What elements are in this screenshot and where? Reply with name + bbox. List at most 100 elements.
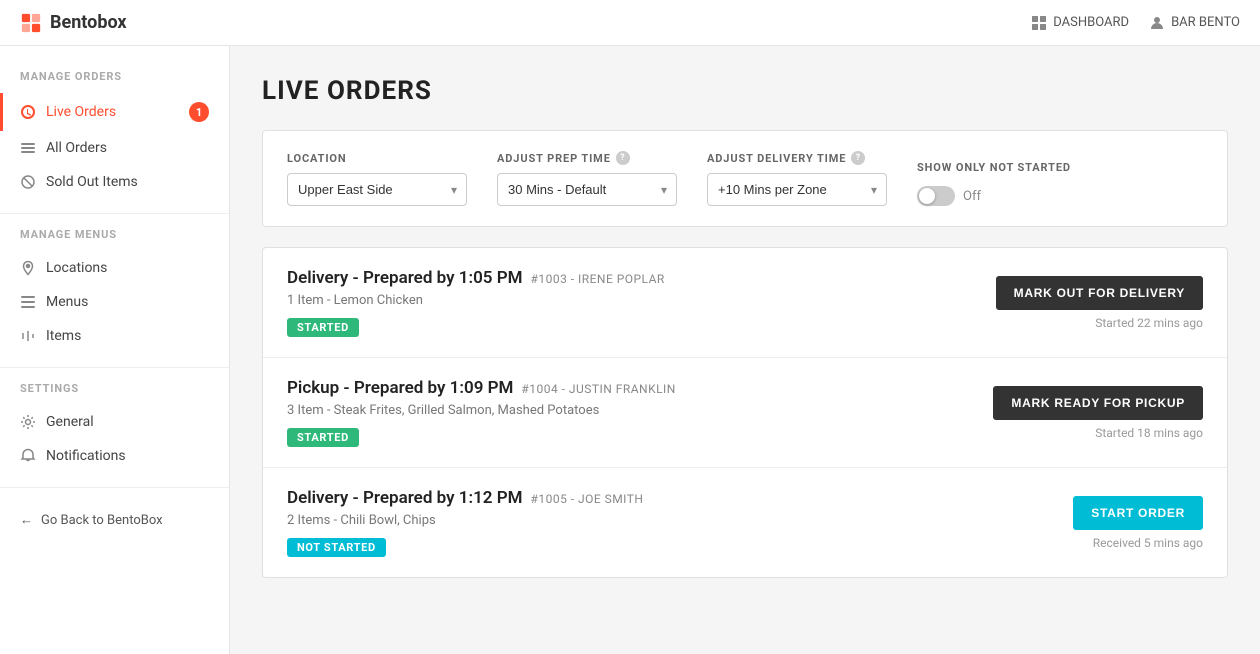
manage-orders-section: MANAGE ORDERS <box>0 70 229 93</box>
order-right-1: MARK READY FOR PICKUP Started 18 mins ag… <box>993 386 1203 440</box>
sidebar-item-sold-out[interactable]: Sold Out Items <box>0 165 229 199</box>
sidebar-item-menus[interactable]: Menus <box>0 285 229 319</box>
location-label: LOCATION <box>287 152 467 165</box>
all-orders-icon <box>20 140 36 156</box>
general-label: General <box>46 414 94 430</box>
location-select-wrapper: Upper East Side Downtown Midtown <box>287 173 467 206</box>
menus-label: Menus <box>46 294 88 310</box>
order-id-0: #1003 - IRENE POPLAR <box>531 272 665 286</box>
go-back-link[interactable]: ← Go Back to BentoBox <box>0 502 229 538</box>
sidebar-divider-2 <box>0 367 229 368</box>
delivery-time-select-wrapper: +10 Mins per Zone +5 Mins per Zone +15 M… <box>707 173 887 206</box>
user-label: BAR BENTO <box>1171 15 1240 30</box>
prep-time-label: ADJUST PREP TIME ? <box>497 151 677 165</box>
order-type-0: Delivery - Prepared by 1:05 PM <box>287 268 523 288</box>
location-filter: LOCATION Upper East Side Downtown Midtow… <box>287 152 467 206</box>
user-menu[interactable]: BAR BENTO <box>1149 15 1240 31</box>
menus-icon <box>20 294 36 310</box>
logo-icon <box>20 12 42 34</box>
order-right-2: START ORDER Received 5 mins ago <box>1073 496 1203 550</box>
sold-out-label: Sold Out Items <box>46 174 138 190</box>
order-type-1: Pickup - Prepared by 1:09 PM <box>287 378 513 398</box>
sidebar-item-live-orders[interactable]: Live Orders 1 <box>0 93 229 131</box>
page-title: LIVE ORDERS <box>262 76 1228 106</box>
order-items-2: 2 Items - Chili Bowl, Chips <box>287 513 1043 528</box>
sidebar-item-notifications[interactable]: Notifications <box>0 439 229 473</box>
prep-time-help-icon[interactable]: ? <box>616 151 630 165</box>
items-icon <box>20 328 36 344</box>
order-time-2: Received 5 mins ago <box>1093 536 1203 550</box>
sidebar-item-items[interactable]: Items <box>0 319 229 353</box>
sidebar-item-locations[interactable]: Locations <box>0 251 229 285</box>
live-orders-label: Live Orders <box>46 104 116 120</box>
location-icon <box>20 260 36 276</box>
status-badge-1: STARTED <box>287 428 359 447</box>
order-items-0: 1 Item - Lemon Chicken <box>287 293 966 308</box>
orders-card: Delivery - Prepared by 1:05 PM #1003 - I… <box>262 247 1228 578</box>
order-id-2: #1005 - JOE SMITH <box>531 492 644 506</box>
items-label: Items <box>46 328 81 344</box>
sidebar: MANAGE ORDERS Live Orders 1 All Orders S… <box>0 46 230 654</box>
topnav: Bentobox DASHBOARD BAR BENTO <box>0 0 1260 46</box>
order-row: Delivery - Prepared by 1:05 PM #1003 - I… <box>263 248 1227 358</box>
order-action-btn-2[interactable]: START ORDER <box>1073 496 1203 530</box>
order-left-1: Pickup - Prepared by 1:09 PM #1004 - JUS… <box>287 378 963 447</box>
filters-card: LOCATION Upper East Side Downtown Midtow… <box>262 130 1228 227</box>
main-content: LIVE ORDERS LOCATION Upper East Side Dow… <box>230 46 1260 654</box>
bell-icon <box>20 448 36 464</box>
order-title-0: Delivery - Prepared by 1:05 PM #1003 - I… <box>287 268 966 288</box>
delivery-time-select[interactable]: +10 Mins per Zone +5 Mins per Zone +15 M… <box>707 173 887 206</box>
dashboard-label: DASHBOARD <box>1053 15 1129 30</box>
order-row: Delivery - Prepared by 1:12 PM #1005 - J… <box>263 468 1227 577</box>
status-badge-2: NOT STARTED <box>287 538 386 557</box>
dashboard-link[interactable]: DASHBOARD <box>1031 15 1129 31</box>
sold-out-icon <box>20 174 36 190</box>
sidebar-divider-1 <box>0 213 229 214</box>
toggle-wrapper: Off <box>917 186 1071 206</box>
delivery-time-filter: ADJUST DELIVERY TIME ? +10 Mins per Zone… <box>707 151 887 206</box>
order-action-btn-1[interactable]: MARK READY FOR PICKUP <box>993 386 1203 420</box>
order-title-2: Delivery - Prepared by 1:12 PM #1005 - J… <box>287 488 1043 508</box>
logo-text: Bentobox <box>50 12 127 33</box>
locations-label: Locations <box>46 260 107 276</box>
order-title-1: Pickup - Prepared by 1:09 PM #1004 - JUS… <box>287 378 963 398</box>
show-only-filter: SHOW ONLY NOT STARTED Off <box>917 161 1071 206</box>
sidebar-item-general[interactable]: General <box>0 405 229 439</box>
delivery-time-label: ADJUST DELIVERY TIME ? <box>707 151 887 165</box>
back-arrow-icon: ← <box>20 512 33 528</box>
order-left-2: Delivery - Prepared by 1:12 PM #1005 - J… <box>287 488 1043 557</box>
live-orders-badge: 1 <box>189 102 209 122</box>
prep-time-select[interactable]: 30 Mins - Default 15 Mins 45 Mins 60 Min… <box>497 173 677 206</box>
sidebar-divider-3 <box>0 487 229 488</box>
location-select[interactable]: Upper East Side Downtown Midtown <box>287 173 467 206</box>
manage-menus-section: MANAGE MENUS <box>0 228 229 251</box>
order-time-0: Started 22 mins ago <box>1095 316 1203 330</box>
settings-section: SETTINGS <box>0 382 229 405</box>
gear-icon <box>20 414 36 430</box>
topnav-right: DASHBOARD BAR BENTO <box>1031 15 1240 31</box>
sidebar-item-all-orders[interactable]: All Orders <box>0 131 229 165</box>
all-orders-label: All Orders <box>46 140 107 156</box>
logo[interactable]: Bentobox <box>20 12 127 34</box>
order-type-2: Delivery - Prepared by 1:12 PM <box>287 488 523 508</box>
prep-time-filter: ADJUST PREP TIME ? 30 Mins - Default 15 … <box>497 151 677 206</box>
order-items-1: 3 Item - Steak Frites, Grilled Salmon, M… <box>287 403 963 418</box>
toggle-thumb <box>919 188 935 204</box>
live-orders-icon <box>20 104 36 120</box>
order-action-btn-0[interactable]: MARK OUT FOR DELIVERY <box>996 276 1203 310</box>
dashboard-icon <box>1031 15 1047 31</box>
delivery-time-help-icon[interactable]: ? <box>851 151 865 165</box>
prep-time-select-wrapper: 30 Mins - Default 15 Mins 45 Mins 60 Min… <box>497 173 677 206</box>
show-only-label: SHOW ONLY NOT STARTED <box>917 161 1071 174</box>
user-icon <box>1149 15 1165 31</box>
go-back-label: Go Back to BentoBox <box>41 513 163 528</box>
order-id-1: #1004 - JUSTIN FRANKLIN <box>521 382 675 396</box>
order-time-1: Started 18 mins ago <box>1095 426 1203 440</box>
status-badge-0: STARTED <box>287 318 359 337</box>
order-row: Pickup - Prepared by 1:09 PM #1004 - JUS… <box>263 358 1227 468</box>
order-left-0: Delivery - Prepared by 1:05 PM #1003 - I… <box>287 268 966 337</box>
show-only-toggle[interactable] <box>917 186 955 206</box>
toggle-off-label: Off <box>963 189 981 204</box>
notifications-label: Notifications <box>46 448 126 464</box>
order-right-0: MARK OUT FOR DELIVERY Started 22 mins ag… <box>996 276 1203 330</box>
